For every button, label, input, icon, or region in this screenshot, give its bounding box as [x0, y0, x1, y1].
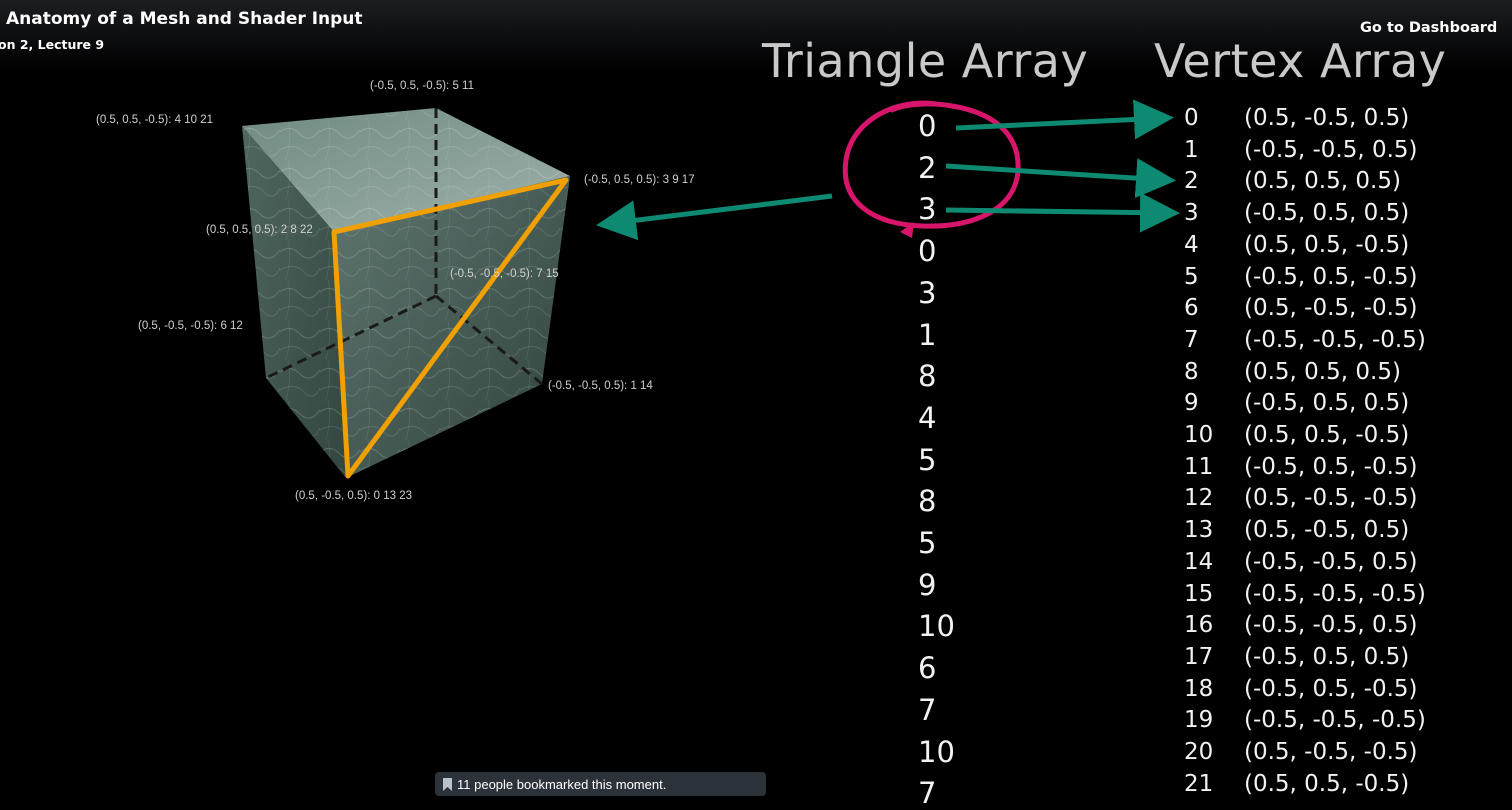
vertex-label: (0.5, -0.5, -0.5): 6 12: [138, 320, 243, 332]
vertex-coordinate: (0.5, 0.5, -0.5): [1244, 422, 1410, 448]
vertex-index: 20: [1184, 739, 1214, 765]
vertex-coordinate: (-0.5, -0.5, -0.5): [1244, 707, 1426, 734]
triangle-index-item: 3: [918, 192, 937, 227]
vertex-index: 3: [1184, 200, 1199, 227]
vertex-coordinate: (-0.5, -0.5, 0.5): [1244, 612, 1418, 639]
triangle-index-item: 0: [918, 109, 937, 143]
triangle-array-heading: Triangle Array: [762, 34, 1089, 88]
vertex-label: (0.5, -0.5, 0.5): 0 13 23: [295, 490, 412, 502]
vertex-coordinate: (-0.5, 0.5, -0.5): [1244, 263, 1418, 290]
vertex-index: 18: [1184, 675, 1214, 702]
vertex-index: 19: [1184, 707, 1214, 734]
vertex-coordinate: (-0.5, -0.5, -0.5): [1244, 580, 1426, 607]
vertex-index: 17: [1184, 643, 1214, 670]
vertex-index: 11: [1184, 453, 1214, 480]
vertex-coordinate: (0.5, 0.5, 0.5): [1244, 168, 1401, 195]
triangle-index-item: 7: [918, 692, 937, 727]
vertex-coordinate: (0.5, 0.5, -0.5): [1244, 770, 1410, 797]
triangle-index-item: 7: [918, 776, 937, 810]
vertex-coordinate: (0.5, 0.5, 0.5): [1244, 358, 1401, 385]
vertex-index: 8: [1184, 358, 1199, 385]
arrow-index-2: [945, 158, 1176, 199]
vertex-index: 1: [1184, 136, 1199, 163]
bookmark-count-text: 11 people bookmarked this moment.: [457, 777, 667, 792]
vertex-label: (-0.5, 0.5, 0.5): 3 9 17: [584, 174, 695, 186]
arrow-to-cube: [596, 193, 833, 241]
vertex-index: 10: [1184, 422, 1214, 448]
triangle-index-item: 2: [918, 150, 937, 185]
vertex-label: (-0.5, -0.5, 0.5): 1 14: [548, 380, 653, 392]
vertex-array-heading: Vertex Array: [1154, 34, 1447, 88]
vertex-index: 9: [1184, 390, 1199, 417]
vertex-index: 6: [1184, 295, 1199, 322]
vertex-coordinate: (0.5, -0.5, 0.5): [1244, 517, 1410, 544]
vertex-coordinate: (0.5, -0.5, -0.5): [1244, 485, 1418, 512]
vertex-label: (0.5, 0.5, 0.5): 2 8 22: [206, 224, 313, 236]
bookmark-icon: [443, 778, 452, 791]
triangle-index-item: 8: [918, 484, 937, 519]
vertex-index: 0: [1184, 105, 1199, 131]
vertex-coordinate: (-0.5, 0.5, 0.5): [1244, 643, 1410, 670]
bookmark-banner[interactable]: 11 people bookmarked this moment.: [435, 772, 766, 796]
vertex-label: (-0.5, -0.5, -0.5): 7 15: [450, 268, 559, 280]
triangle-index-item: 0: [918, 234, 937, 269]
triangle-index-item: 3: [918, 275, 937, 310]
vertex-index: 2: [1184, 168, 1199, 195]
vertex-label: (-0.5, 0.5, -0.5): 5 11: [370, 80, 474, 92]
vertex-index: 21: [1184, 770, 1214, 797]
triangle-index-item: 5: [918, 442, 937, 477]
triangle-index-item: 10: [918, 734, 955, 769]
vertex-index: 15: [1184, 580, 1214, 607]
triangle-index-item: 8: [918, 359, 937, 394]
vertex-index: 12: [1184, 485, 1214, 512]
vertex-index: 7: [1184, 326, 1199, 353]
textured-cube: [242, 108, 570, 478]
vertex-coordinate: (-0.5, 0.5, 0.5): [1244, 200, 1410, 227]
vertex-coordinate: (-0.5, 0.5, 0.5): [1244, 390, 1410, 417]
vertex-coordinate: (0.5, 0.5, -0.5): [1244, 231, 1410, 258]
vertex-index: 14: [1184, 548, 1214, 575]
vertex-coordinate: (-0.5, -0.5, 0.5): [1244, 136, 1418, 163]
vertex-index: 13: [1184, 517, 1214, 544]
vertex-index: 16: [1184, 612, 1214, 639]
vertex-coordinate: (-0.5, 0.5, -0.5): [1244, 675, 1418, 702]
triangle-index-item: 9: [918, 567, 937, 602]
triangle-index-item: 5: [918, 526, 937, 560]
triangle-index-item: 6: [918, 651, 937, 686]
vertex-coordinate: (0.5, -0.5, -0.5): [1244, 739, 1418, 765]
arrow-index-3: [945, 192, 1180, 233]
vertex-index: 5: [1184, 263, 1199, 290]
triangle-index-item: 1: [918, 317, 937, 352]
vertex-coordinate: (-0.5, 0.5, -0.5): [1244, 453, 1418, 480]
vertex-coordinate: (0.5, -0.5, -0.5): [1244, 295, 1418, 322]
vertex-coordinate: (-0.5, -0.5, -0.5): [1244, 326, 1426, 353]
vertex-coordinate: (0.5, -0.5, 0.5): [1244, 105, 1410, 131]
vertex-label: (0.5, 0.5, -0.5): 4 10 21: [96, 114, 213, 126]
triangle-index-item: 10: [918, 609, 955, 644]
vertex-index: 4: [1184, 231, 1199, 258]
triangle-index-item: 4: [918, 400, 937, 435]
vertex-coordinate: (-0.5, -0.5, 0.5): [1244, 548, 1418, 575]
